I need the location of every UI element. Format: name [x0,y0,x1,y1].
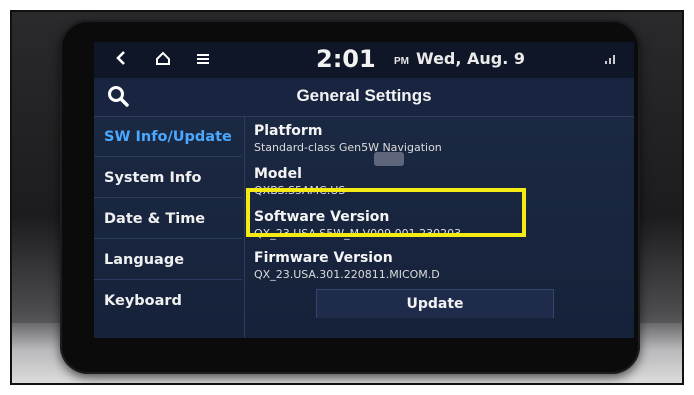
signal-icon [604,52,618,64]
clock-time: 2:01 [316,45,376,73]
sidebar-item-date-time[interactable]: Date & Time [94,199,242,239]
platform-label: Platform [254,123,323,139]
settings-sidebar: SW Info/Update System Info Date & Time L… [94,117,244,338]
menu-icon[interactable] [190,48,216,72]
firmware-version-label: Firmware Version [254,250,393,266]
platform-row: Platform Standard-class Gen5W Navigation [254,121,624,163]
search-button[interactable] [104,83,138,111]
screen-glare [374,152,404,166]
update-button[interactable]: Update [316,289,554,318]
page-title: General Settings [296,86,432,105]
firmware-version-row: Firmware Version QX_23.USA.301.220811.MI… [254,248,624,290]
sidebar-item-system-info[interactable]: System Info [94,158,242,198]
status-bar: 2:01 PM Wed, Aug. 9 [94,42,634,78]
sidebar-divider [244,117,245,338]
sidebar-item-language[interactable]: Language [94,240,242,280]
title-bar: General Settings [94,78,634,117]
software-version-highlight-box [246,188,526,237]
search-icon [108,86,129,107]
current-date: Wed, Aug. 9 [416,49,526,68]
home-icon[interactable] [150,48,176,72]
back-arrow-icon[interactable] [108,48,134,72]
clock-ampm: PM [394,56,409,67]
sidebar-item-sw-info-update[interactable]: SW Info/Update [94,117,242,157]
firmware-version-value: QX_23.USA.301.220811.MICOM.D [254,268,440,281]
sidebar-item-keyboard[interactable]: Keyboard [94,281,242,321]
platform-value: Standard-class Gen5W Navigation [254,141,442,154]
model-label: Model [254,166,302,182]
